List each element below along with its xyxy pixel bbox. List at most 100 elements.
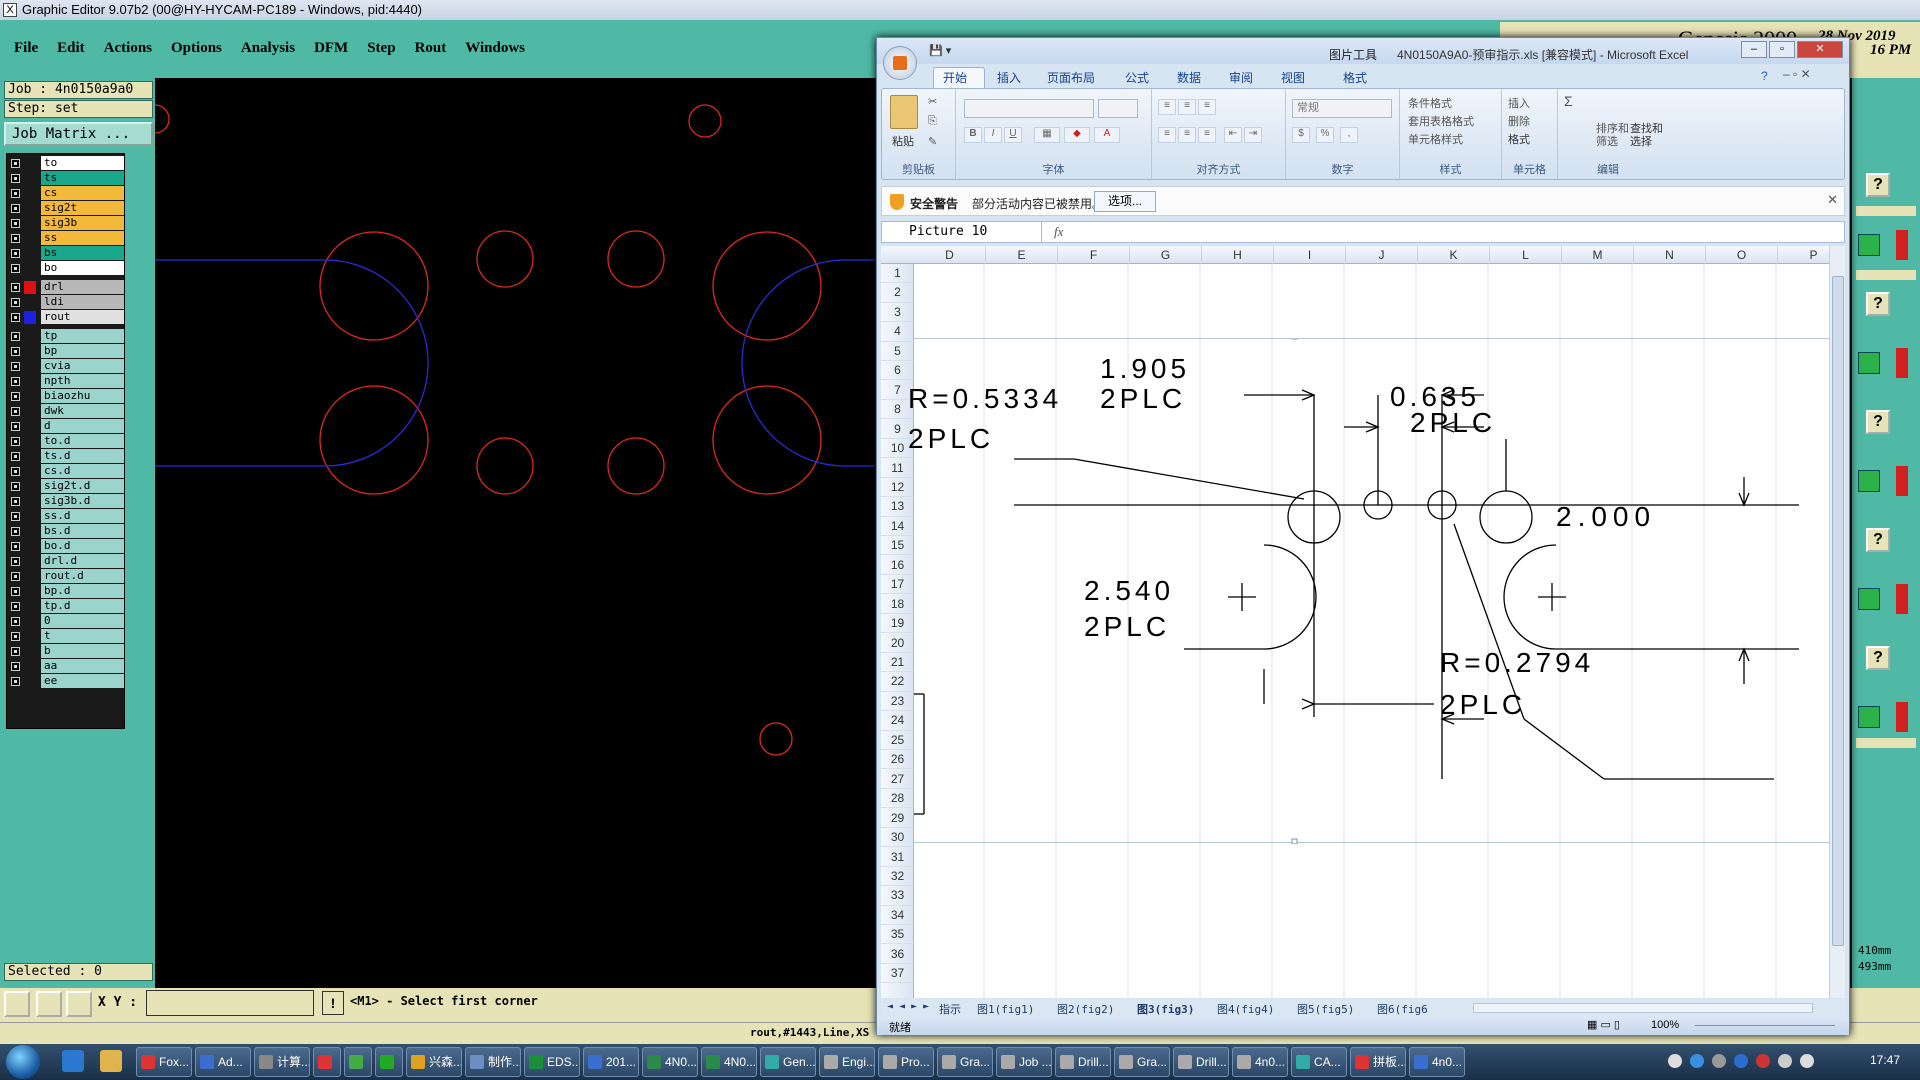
layer-row-aa[interactable]: aa bbox=[7, 659, 126, 674]
taskbar-item[interactable] bbox=[375, 1047, 403, 1077]
close-icon[interactable]: ✕ bbox=[1797, 41, 1843, 58]
layer-checkbox[interactable] bbox=[11, 283, 20, 292]
select-tool-button[interactable] bbox=[4, 991, 30, 1017]
formula-input[interactable] bbox=[1078, 223, 1838, 241]
layer-name[interactable]: ee bbox=[41, 674, 124, 688]
layer-row-ee[interactable]: ee bbox=[7, 674, 126, 689]
layer-checkbox[interactable] bbox=[11, 219, 20, 228]
layer-name[interactable]: npth bbox=[41, 374, 124, 388]
layer-name[interactable]: d bbox=[41, 419, 124, 433]
sort-filter-button[interactable]: 排序和 筛选 bbox=[1596, 123, 1629, 149]
column-header[interactable]: D bbox=[914, 246, 986, 264]
row-header[interactable]: 32 bbox=[881, 867, 914, 887]
maximize-icon[interactable]: ▫ bbox=[1769, 41, 1795, 58]
table-format-button[interactable]: 套用表格格式 bbox=[1408, 113, 1474, 129]
menu-dfm[interactable]: DFM bbox=[314, 40, 348, 57]
taskbar-item[interactable]: 4n0... bbox=[1409, 1047, 1465, 1077]
row-header[interactable]: 16 bbox=[881, 556, 914, 575]
taskbar-item[interactable]: CA... bbox=[1291, 1047, 1347, 1077]
sheet-tab[interactable]: 图6(fig6 bbox=[1377, 1001, 1428, 1017]
graphic-canvas[interactable] bbox=[155, 78, 875, 988]
layer-checkbox[interactable] bbox=[11, 362, 20, 371]
insert-cells-button[interactable]: 插入 bbox=[1508, 95, 1530, 111]
sheet-tab[interactable]: 指示 bbox=[939, 1001, 961, 1017]
column-header[interactable]: I bbox=[1274, 246, 1346, 264]
bold-button[interactable]: B bbox=[964, 127, 982, 143]
layer-row-drl.d[interactable]: drl.d bbox=[7, 554, 126, 569]
cut-icon[interactable]: ✂ bbox=[928, 95, 937, 108]
layer-checkbox[interactable] bbox=[11, 452, 20, 461]
layer-row-drl[interactable]: drl bbox=[7, 280, 126, 295]
row-header[interactable]: 14 bbox=[881, 517, 914, 537]
layer-checkbox[interactable] bbox=[11, 204, 20, 213]
close-icon[interactable]: ✕ bbox=[1827, 192, 1838, 208]
layer-row-ldi[interactable]: ldi bbox=[7, 295, 126, 310]
layer-name[interactable]: rout.d bbox=[41, 569, 124, 583]
number-format-combo[interactable]: 常规 bbox=[1292, 99, 1392, 118]
view-buttons-icon[interactable]: ▦ ▭ ▯ bbox=[1587, 1018, 1620, 1031]
layer-row-bo[interactable]: bo bbox=[7, 261, 126, 276]
layer-name[interactable]: drl bbox=[41, 280, 124, 294]
layer-row-rout[interactable]: rout bbox=[7, 310, 126, 325]
layer-checkbox[interactable] bbox=[11, 647, 20, 656]
layer-name[interactable]: ts.d bbox=[41, 449, 124, 463]
xy-input[interactable] bbox=[146, 990, 314, 1016]
grid-tool-button[interactable] bbox=[66, 991, 92, 1017]
layer-row-cs[interactable]: cs bbox=[7, 186, 126, 201]
layer-row-to[interactable]: to bbox=[7, 156, 126, 171]
row-header[interactable]: 37 bbox=[881, 964, 914, 984]
taskbar-item[interactable]: 4N0... bbox=[642, 1047, 698, 1077]
sheet-tab[interactable]: 图1(fig1) bbox=[977, 1001, 1034, 1017]
taskbar-item[interactable]: Pro... bbox=[878, 1047, 934, 1077]
layer-name[interactable]: aa bbox=[41, 659, 124, 673]
layer-row-ss.d[interactable]: ss.d bbox=[7, 509, 126, 524]
tray-icon[interactable] bbox=[1734, 1054, 1748, 1068]
currency-button[interactable]: $ bbox=[1292, 127, 1310, 143]
sheet-tab-active[interactable]: 图3(fig3) bbox=[1137, 1001, 1194, 1017]
layer-checkbox[interactable] bbox=[11, 189, 20, 198]
tab-view[interactable]: 视图 bbox=[1281, 69, 1305, 86]
row-header[interactable]: 21 bbox=[881, 653, 914, 673]
menu-rout[interactable]: Rout bbox=[415, 40, 447, 57]
help-button[interactable]: ? bbox=[1866, 646, 1890, 670]
align-top-button[interactable]: ≡ bbox=[1158, 99, 1176, 115]
measure-tool-button[interactable] bbox=[36, 991, 62, 1017]
layer-name[interactable]: sig3b bbox=[41, 216, 124, 230]
layer-checkbox[interactable] bbox=[11, 497, 20, 506]
menu-analysis[interactable]: Analysis bbox=[241, 40, 295, 57]
layer-row-sig2t.d[interactable]: sig2t.d bbox=[7, 479, 126, 494]
taskbar-item[interactable]: 4N0... bbox=[701, 1047, 757, 1077]
row-header[interactable]: 15 bbox=[881, 536, 914, 556]
column-header[interactable]: M bbox=[1562, 246, 1634, 264]
layer-row-ts.d[interactable]: ts.d bbox=[7, 449, 126, 464]
help-button[interactable]: ? bbox=[1866, 292, 1890, 316]
layer-row-rout.d[interactable]: rout.d bbox=[7, 569, 126, 584]
zoom-icon[interactable] bbox=[1858, 234, 1880, 256]
row-header[interactable]: 29 bbox=[881, 809, 914, 828]
row-header[interactable]: 12 bbox=[881, 478, 914, 498]
layer-row-bp[interactable]: bp bbox=[7, 344, 126, 359]
menu-step[interactable]: Step bbox=[367, 40, 395, 57]
layer-name[interactable]: cvia bbox=[41, 359, 124, 373]
layer-name[interactable]: ss bbox=[41, 231, 124, 245]
column-header[interactable]: H bbox=[1202, 246, 1274, 264]
align-center-button[interactable]: ≡ bbox=[1178, 127, 1196, 143]
layer-name[interactable]: bp bbox=[41, 344, 124, 358]
row-header[interactable]: 2 bbox=[881, 283, 914, 303]
row-header[interactable]: 28 bbox=[881, 789, 914, 809]
layer-name[interactable]: drl.d bbox=[41, 554, 124, 568]
column-header[interactable]: O bbox=[1706, 246, 1778, 264]
layer-name[interactable]: cs bbox=[41, 186, 124, 200]
outdent-button[interactable]: ⇥ bbox=[1244, 127, 1262, 143]
volume-icon[interactable] bbox=[1800, 1054, 1814, 1068]
row-header[interactable]: 30 bbox=[881, 828, 914, 848]
taskbar-item[interactable]: Ad... bbox=[195, 1047, 251, 1077]
help-button[interactable]: ? bbox=[1866, 410, 1890, 434]
layer-row-tp[interactable]: tp bbox=[7, 329, 126, 344]
layer-name[interactable]: b bbox=[41, 644, 124, 658]
layer-name[interactable]: to.d bbox=[41, 434, 124, 448]
column-header[interactable]: G bbox=[1130, 246, 1202, 264]
layer-row-0[interactable]: 0 bbox=[7, 614, 126, 629]
help-button[interactable]: ? bbox=[1866, 173, 1890, 197]
taskbar-item[interactable]: Gra... bbox=[937, 1047, 993, 1077]
